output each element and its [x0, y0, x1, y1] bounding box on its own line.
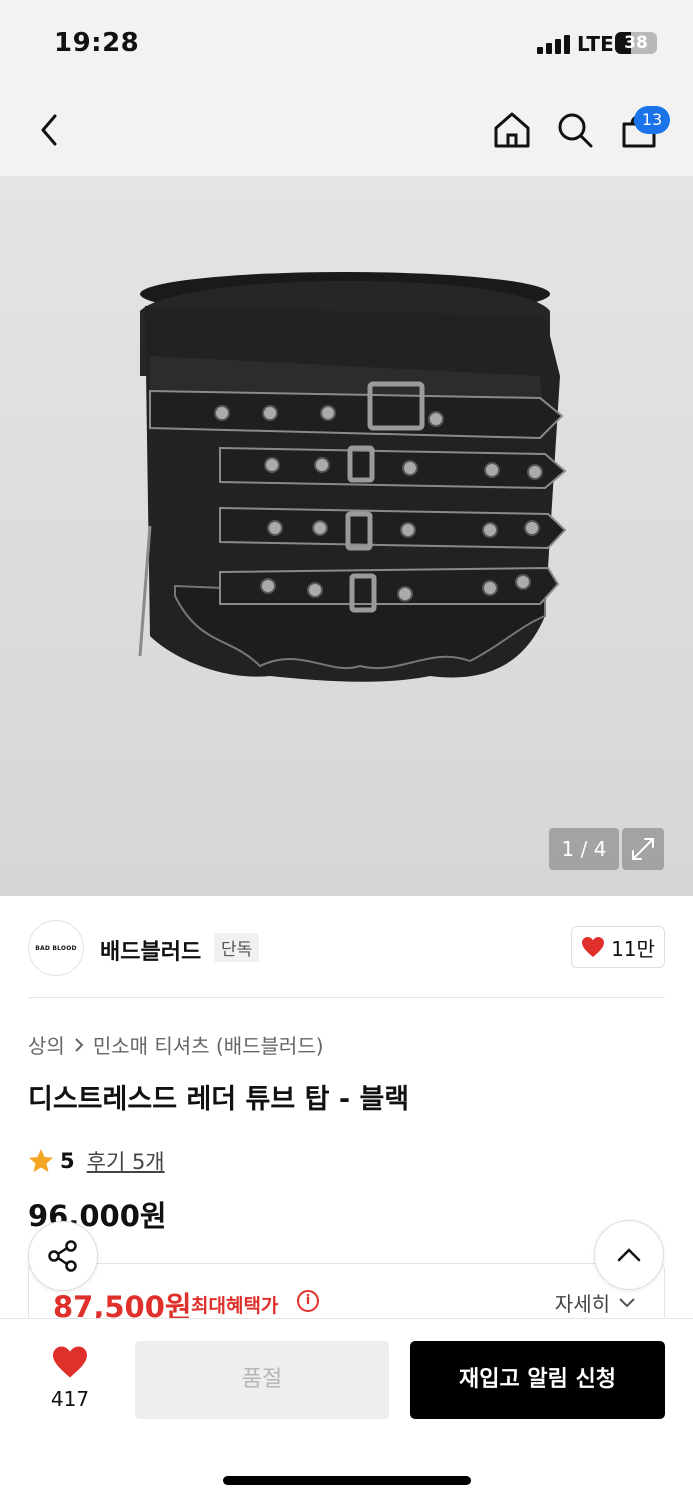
share-button[interactable] [28, 1221, 98, 1291]
divider [28, 997, 665, 998]
network-label: LTE [577, 32, 614, 56]
cart-count-badge: 13 [634, 106, 670, 134]
wishlist-button[interactable]: 417 [30, 1345, 110, 1415]
back-button[interactable] [26, 106, 74, 154]
chevron-left-icon [41, 114, 57, 146]
home-icon [494, 112, 530, 148]
product-image-gallery[interactable]: 1 / 4 [0, 176, 693, 896]
status-time: 19:28 [54, 28, 140, 58]
exclusive-tag: 단독 [214, 933, 260, 962]
home-button[interactable] [488, 106, 536, 154]
breadcrumb: 상의 민소매 티셔츠 (배드블러드) [28, 1030, 324, 1059]
detail-label: 자세히 [554, 1292, 610, 1316]
signal-icon [537, 34, 571, 54]
heart-icon [582, 937, 605, 957]
benefit-label: 최대혜택가 [191, 1295, 279, 1317]
rating-value: 5 [60, 1149, 75, 1173]
rating-row: 5 후기 5개 [28, 1146, 165, 1176]
search-button[interactable] [551, 106, 599, 154]
info-icon[interactable]: i [297, 1290, 319, 1312]
product-photo [138, 272, 567, 682]
chevron-up-icon [617, 1248, 641, 1262]
reviews-link[interactable]: 후기 5개 [87, 1146, 165, 1176]
breadcrumb-item[interactable]: 민소매 티셔츠 (배드블러드) [93, 1030, 324, 1059]
brand-logo[interactable]: BAD BLOOD [28, 920, 84, 976]
star-icon [29, 1149, 53, 1172]
share-icon [48, 1240, 77, 1272]
home-indicator [223, 1476, 471, 1485]
brand-name[interactable]: 배드블러드 [100, 934, 201, 966]
soldout-button: 품절 [135, 1341, 389, 1419]
battery-icon: 38 [615, 32, 657, 54]
top-nav [0, 88, 693, 176]
breadcrumb-item[interactable]: 상의 [28, 1030, 65, 1059]
wishlist-count: 417 [50, 1387, 90, 1411]
expand-image-button[interactable] [622, 828, 664, 870]
status-bar: 19:28 LTE 38 [0, 0, 693, 88]
bottom-action-bar: 417 품절 재입고 알림 신청 [0, 1318, 693, 1500]
search-icon [558, 113, 593, 148]
benefit-detail-toggle[interactable]: 자세히 [555, 1288, 636, 1317]
brand-like-button[interactable]: 11만 [571, 926, 665, 968]
chevron-right-icon [75, 1037, 84, 1052]
heart-icon [53, 1346, 87, 1378]
product-title: 디스트레스드 레더 튜브 탑 - 블랙 [28, 1084, 410, 1115]
restock-alert-button[interactable]: 재입고 알림 신청 [410, 1341, 665, 1419]
brand-row: BAD BLOOD 배드블러드 단독 11만 [28, 918, 665, 976]
brand-like-count: 11만 [611, 936, 655, 961]
battery-level: 38 [624, 33, 648, 53]
expand-icon [632, 838, 654, 860]
chevron-down-icon [619, 1297, 635, 1307]
image-counter: 1 / 4 [549, 828, 619, 870]
scroll-top-button[interactable] [594, 1220, 664, 1290]
